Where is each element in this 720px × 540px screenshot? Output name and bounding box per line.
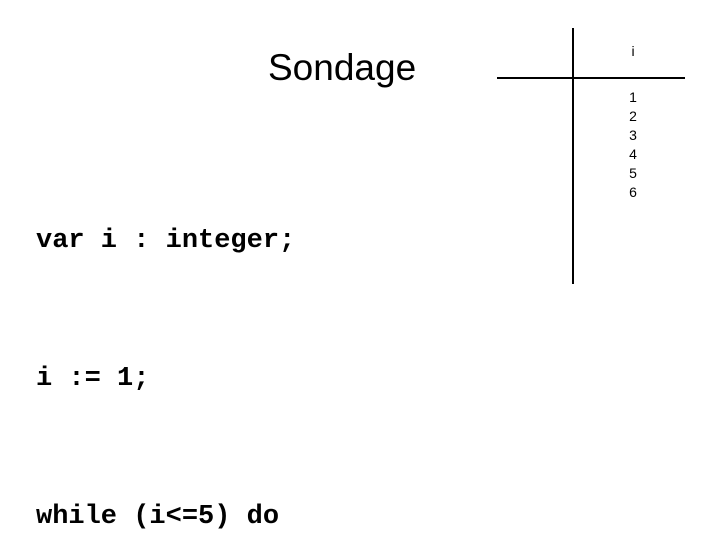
- trace-table-column-header: i: [631, 43, 635, 59]
- trace-table-value-column: 1 2 3 4 5 6: [615, 88, 651, 202]
- slide-canvas: Sondage var i : integer; i := 1; while (…: [0, 0, 720, 540]
- code-line: while (i<=5) do: [36, 502, 280, 532]
- table-row: 4: [629, 146, 637, 162]
- trace-table-vertical-rule: [572, 28, 574, 284]
- trace-table-horizontal-rule: [497, 77, 685, 79]
- trace-table: i 1 2 3 4 5 6: [497, 28, 687, 286]
- table-row: 1: [629, 89, 637, 105]
- code-line: var i : integer;: [36, 226, 296, 256]
- table-row: 5: [629, 165, 637, 181]
- code-block: var i : integer; i := 1; while (i<=5) do…: [36, 126, 538, 540]
- code-line: i := 1;: [36, 364, 150, 394]
- page-title: Sondage: [268, 47, 417, 88]
- table-row: 3: [629, 127, 637, 143]
- table-row: 2: [629, 108, 637, 124]
- table-row: 6: [629, 184, 637, 200]
